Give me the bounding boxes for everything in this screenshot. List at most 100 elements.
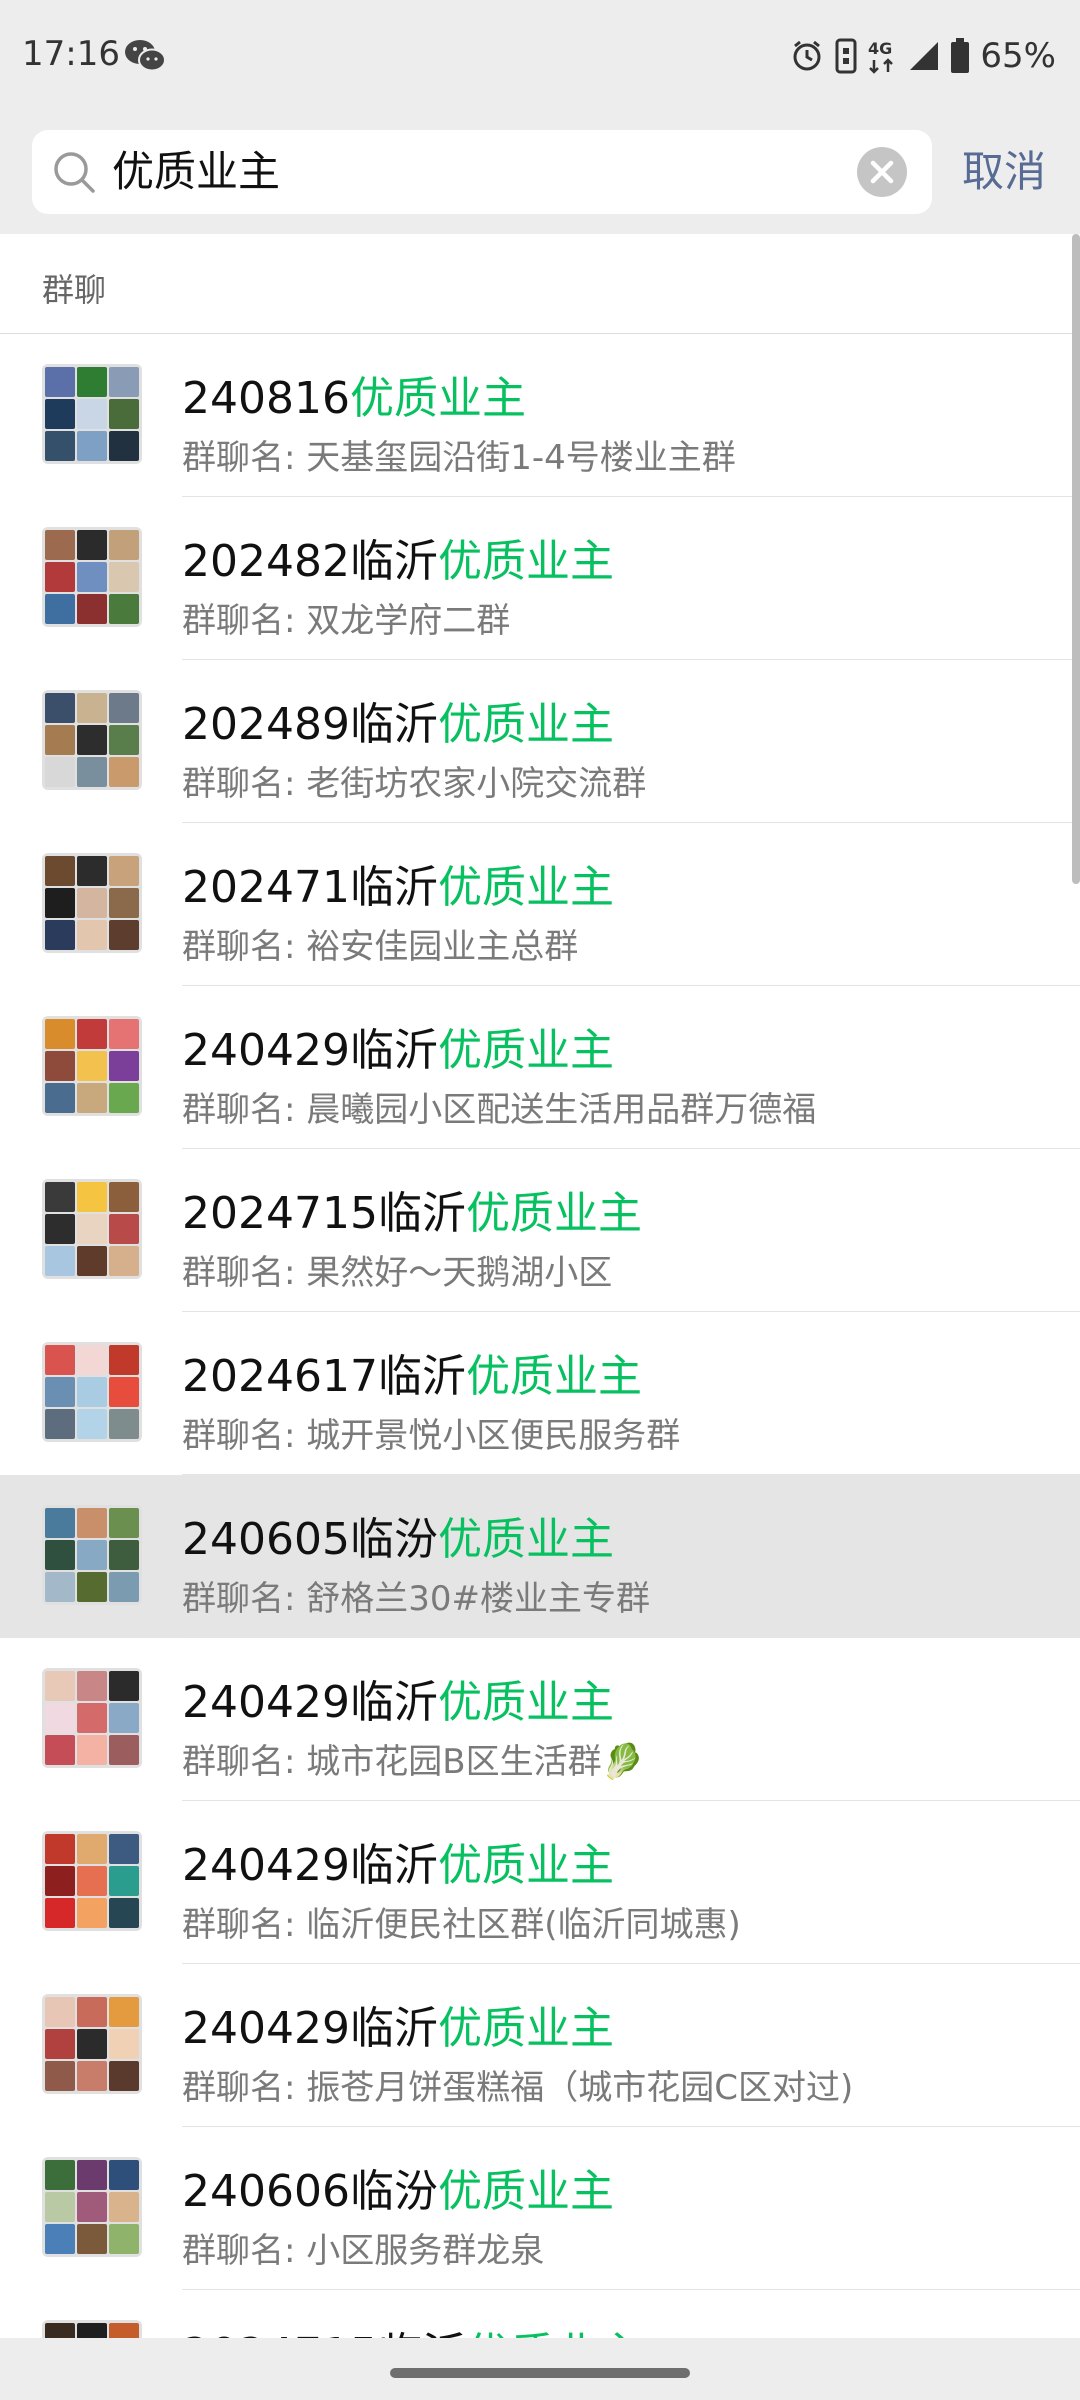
- group-title-prefix: 2024715临沂: [182, 2329, 466, 2338]
- group-avatar: [42, 2320, 142, 2338]
- group-title-prefix: 202471临沂: [182, 862, 438, 913]
- group-chat-result[interactable]: 202482临沂优质业主群聊名: 双龙学府二群: [0, 497, 1080, 660]
- group-title: 240429临沂优质业主: [182, 1992, 614, 2056]
- group-avatar: [42, 1505, 142, 1605]
- group-title-prefix: 202489临沂: [182, 699, 438, 750]
- section-header: 群聊: [0, 234, 1080, 334]
- search-input[interactable]: [112, 130, 852, 214]
- group-title: 2024715临沂优质业主: [182, 1177, 642, 1241]
- battery-icon: [951, 38, 970, 73]
- group-avatar: [42, 1994, 142, 2094]
- group-title-prefix: 240816: [182, 373, 350, 424]
- group-chat-result[interactable]: 202471临沂优质业主群聊名: 裕安佳园业主总群: [0, 823, 1080, 986]
- group-avatar: [42, 853, 142, 953]
- group-title-prefix: 240429临沂: [182, 1025, 438, 1076]
- clear-icon[interactable]: [856, 146, 908, 198]
- group-avatar: [42, 1016, 142, 1116]
- group-title-prefix: 2024617临沂: [182, 1351, 466, 1402]
- matched-keyword: 优质业主: [437, 536, 614, 587]
- group-chat-result[interactable]: 202489临沂优质业主群聊名: 老街坊农家小院交流群: [0, 660, 1080, 823]
- group-title: 202489临沂优质业主: [182, 688, 614, 752]
- group-name: 群聊名: 城市花园B区生活群🥬: [182, 1742, 644, 1782]
- status-bar: 17:16 4G 65%: [0, 0, 1080, 115]
- group-name: 群聊名: 天基玺园沿街1-4号楼业主群: [182, 438, 736, 478]
- group-title-prefix: 240429临沂: [182, 2003, 438, 2054]
- group-title-prefix: 240605临汾: [182, 1514, 438, 1565]
- matched-keyword: 优质业主: [465, 1188, 642, 1239]
- group-avatar: [42, 1342, 142, 1442]
- group-name: 群聊名: 老街坊农家小院交流群: [182, 764, 647, 804]
- matched-keyword: 优质业主: [349, 373, 526, 424]
- alarm-icon: [793, 40, 821, 71]
- group-chat-result[interactable]: 240605临汾优质业主群聊名: 舒格兰30#楼业主专群: [0, 1475, 1080, 1638]
- group-title: 240606临汾优质业主: [182, 2155, 614, 2219]
- group-title-prefix: 202482临沂: [182, 536, 438, 587]
- scrollbar[interactable]: [1072, 234, 1080, 884]
- group-title-prefix: 2024715临沂: [182, 1188, 466, 1239]
- group-chat-result[interactable]: 2024617临沂优质业主群聊名: 城开景悦小区便民服务群: [0, 1312, 1080, 1475]
- matched-keyword: 优质业主: [437, 1840, 614, 1891]
- group-chat-result[interactable]: 2024715临沂优质业主群聊名: 果然好～天鹅湖小区: [0, 1149, 1080, 1312]
- wechat-icon: [125, 40, 166, 72]
- status-icons: 4G 65%: [790, 32, 1056, 80]
- group-chat-result[interactable]: 240429临沂优质业主群聊名: 临沂便民社区群(临沂同城惠): [0, 1801, 1080, 1964]
- group-chat-result[interactable]: 240429临沂优质业主群聊名: 城市花园B区生活群🥬: [0, 1638, 1080, 1801]
- matched-keyword: 优质业主: [437, 862, 614, 913]
- home-indicator[interactable]: [390, 2368, 690, 2378]
- group-title: 2024715临沂优质业主: [182, 2318, 642, 2338]
- group-chat-result[interactable]: 240816优质业主群聊名: 天基玺园沿街1-4号楼业主群: [0, 334, 1080, 497]
- group-chat-result[interactable]: 2024715临沂优质业主: [0, 2290, 1080, 2338]
- group-avatar: [42, 1668, 142, 1768]
- group-title-prefix: 240429临沂: [182, 1677, 438, 1728]
- group-title-prefix: 240606临汾: [182, 2166, 438, 2217]
- group-title: 202471临沂优质业主: [182, 851, 614, 915]
- group-avatar: [42, 527, 142, 627]
- group-avatar: [42, 364, 142, 464]
- group-name: 群聊名: 舒格兰30#楼业主专群: [182, 1579, 651, 1619]
- signal-icon: [910, 42, 939, 70]
- group-title: 240429临沂优质业主: [182, 1829, 614, 1893]
- group-chat-result[interactable]: 240429临沂优质业主群聊名: 晨曦园小区配送生活用品群万德福: [0, 986, 1080, 1149]
- group-chat-result[interactable]: 240606临汾优质业主群聊名: 小区服务群龙泉: [0, 2127, 1080, 2290]
- matched-keyword: 优质业主: [465, 1351, 642, 1402]
- group-name: 群聊名: 临沂便民社区群(临沂同城惠): [182, 1905, 741, 1945]
- group-title: 240816优质业主: [182, 362, 526, 426]
- group-name: 群聊名: 振苍月饼蛋糕福（城市花园C区对过): [182, 2068, 854, 2108]
- group-title-prefix: 240429临沂: [182, 1840, 438, 1891]
- result-list: 240816优质业主 群聊名: 天基玺园沿街1-4号楼业主群 202482临沂优质业…: [0, 334, 1080, 2338]
- group-name: 群聊名: 双龙学府二群: [182, 601, 511, 641]
- group-avatar: [42, 2157, 142, 2257]
- navigation-bar: [0, 2338, 1080, 2400]
- matched-keyword: 优质业主: [437, 1025, 614, 1076]
- group-avatar: [42, 1179, 142, 1279]
- group-name: 群聊名: 小区服务群龙泉: [182, 2231, 545, 2271]
- group-title: 240429临沂优质业主: [182, 1014, 614, 1078]
- search-results: 群聊 240816优质业主 群聊名: 天基玺园沿街1-4号楼业主群 202482临沂…: [0, 234, 1080, 2338]
- search-box[interactable]: [32, 130, 932, 214]
- search-row: 取消: [0, 130, 1080, 214]
- group-title: 240429临沂优质业主: [182, 1666, 614, 1730]
- battery-percent: 65%: [980, 36, 1056, 76]
- group-title: 2024617临沂优质业主: [182, 1340, 642, 1404]
- search-icon: [54, 152, 95, 193]
- matched-keyword: 优质业主: [437, 1514, 614, 1565]
- 4g-icon: 4G: [868, 39, 894, 74]
- group-name: 群聊名: 晨曦园小区配送生活用品群万德福: [182, 1090, 817, 1130]
- matched-keyword: 优质业主: [437, 699, 614, 750]
- matched-keyword: 优质业主: [437, 2003, 614, 2054]
- matched-keyword: 优质业主: [466, 2329, 642, 2338]
- group-title: 202482临沂优质业主: [182, 525, 614, 589]
- matched-keyword: 优质业主: [437, 2166, 614, 2217]
- group-name: 群聊名: 裕安佳园业主总群: [182, 927, 579, 967]
- group-name: 群聊名: 城开景悦小区便民服务群: [182, 1416, 681, 1456]
- group-avatar: [42, 690, 142, 790]
- matched-keyword: 优质业主: [437, 1677, 614, 1728]
- group-avatar: [42, 1831, 142, 1931]
- group-name: 群聊名: 果然好～天鹅湖小区: [182, 1253, 613, 1293]
- cancel-button[interactable]: 取消: [962, 130, 1046, 214]
- svg-text:4G: 4G: [868, 39, 892, 58]
- vibrate-icon: [835, 38, 857, 74]
- group-title: 240605临汾优质业主: [182, 1503, 614, 1567]
- group-chat-result[interactable]: 240429临沂优质业主群聊名: 振苍月饼蛋糕福（城市花园C区对过): [0, 1964, 1080, 2127]
- status-time: 17:16: [22, 34, 120, 74]
